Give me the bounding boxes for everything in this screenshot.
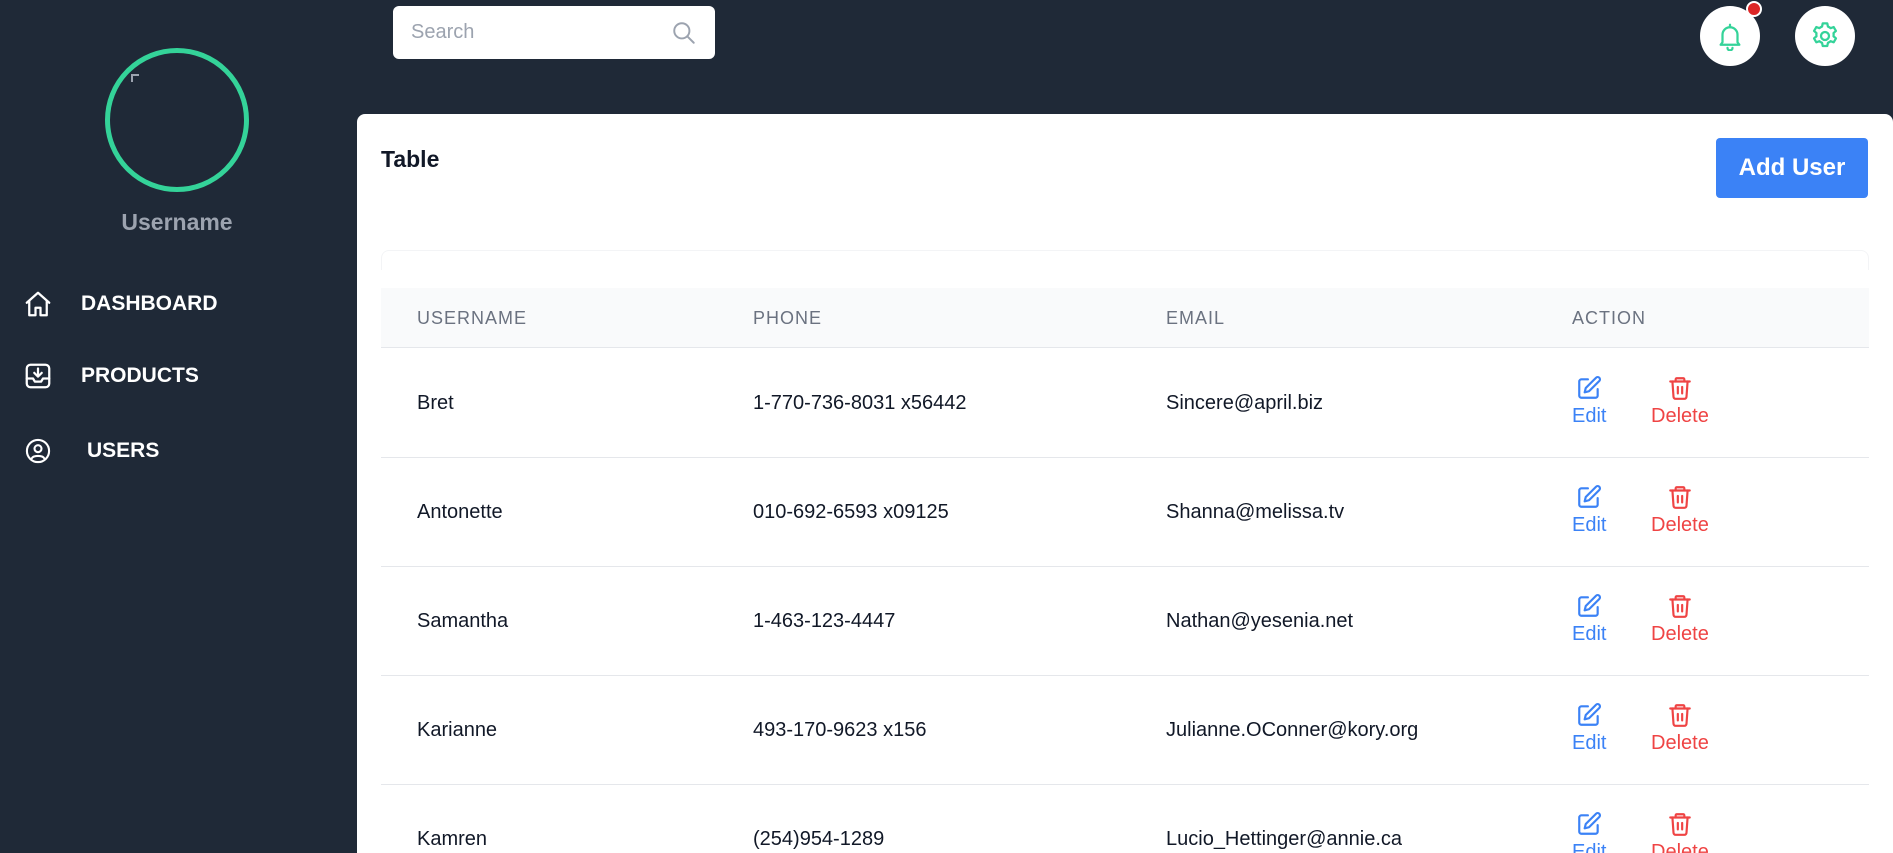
edit-label: Edit (1572, 514, 1607, 536)
column-header-email[interactable]: EMAIL (1166, 288, 1225, 348)
delete-button[interactable]: Delete (1651, 375, 1709, 428)
delete-button[interactable]: Delete (1651, 702, 1709, 755)
edit-icon (1578, 485, 1602, 508)
cell-email: Julianne.OConner@kory.org (1166, 719, 1419, 741)
edit-label: Edit (1572, 732, 1607, 754)
delete-button[interactable]: Delete (1651, 484, 1709, 537)
sidebar-item-users[interactable]: USERS (22, 435, 159, 467)
avatar[interactable] (105, 48, 249, 192)
cell-phone: 010-692-6593 x09125 (753, 501, 949, 523)
sidebar-item-dashboard[interactable]: DASHBOARD (22, 288, 218, 320)
edit-button[interactable]: Edit (1572, 375, 1606, 428)
cell-email: Shanna@melissa.tv (1166, 501, 1345, 523)
delete-label: Delete (1651, 732, 1709, 754)
cell-phone: 1-770-736-8031 x56442 (753, 392, 967, 414)
bell-icon (1719, 23, 1741, 51)
settings-button[interactable] (1795, 6, 1855, 66)
edit-button[interactable]: Edit (1572, 484, 1606, 537)
trash-icon (1669, 377, 1691, 400)
cell-username: Karianne (417, 719, 498, 741)
table-header: USERNAME PHONE EMAIL ACTION (381, 288, 1869, 348)
table-row: Antonette 010-692-6593 x09125 Shanna@mel… (381, 458, 1869, 567)
delete-label: Delete (1651, 405, 1709, 427)
column-header-username[interactable]: USERNAME (417, 288, 527, 348)
edit-button[interactable]: Edit (1572, 811, 1606, 853)
inbox-download-icon (22, 360, 54, 392)
table-row: Bret 1-770-736-8031 x56442 Sincere@april… (381, 349, 1869, 458)
cell-phone: 1-463-123-4447 (753, 610, 896, 632)
notification-badge (1746, 1, 1762, 17)
notifications-button[interactable] (1700, 1, 1762, 66)
edit-icon (1578, 376, 1602, 399)
table-container-top (381, 250, 1869, 270)
search-icon[interactable] (671, 20, 697, 51)
delete-label: Delete (1651, 841, 1709, 853)
main-panel: Table Add User USERNAME PHONE EMAIL ACTI… (357, 114, 1893, 853)
edit-icon (1578, 594, 1602, 617)
cell-username: Antonette (417, 501, 503, 523)
sidebar-item-label: USERS (87, 439, 160, 462)
edit-icon (1578, 703, 1602, 726)
sidebar-username: Username (121, 209, 233, 235)
delete-label: Delete (1651, 514, 1709, 536)
sidebar-item-products[interactable]: PRODUCTS (22, 360, 199, 392)
delete-label: Delete (1651, 623, 1709, 645)
table-row: Samantha 1-463-123-4447 Nathan@yesenia.n… (381, 567, 1869, 676)
cell-phone: (254)954-1289 (753, 828, 885, 850)
sidebar-item-label: DASHBOARD (81, 292, 218, 315)
edit-label: Edit (1572, 623, 1607, 645)
cell-phone: 493-170-9623 x156 (753, 719, 927, 741)
gear-icon (1812, 22, 1838, 48)
delete-button[interactable]: Delete (1651, 811, 1709, 853)
cell-username: Kamren (417, 828, 488, 850)
table-row: Kamren (254)954-1289 Lucio_Hettinger@ann… (381, 785, 1869, 853)
add-user-button[interactable]: Add User (1716, 138, 1868, 198)
home-icon (22, 288, 54, 320)
trash-icon (1669, 813, 1691, 836)
column-header-action: ACTION (1572, 307, 1647, 328)
edit-label: Edit (1572, 405, 1607, 427)
search-input[interactable] (411, 12, 661, 53)
edit-button[interactable]: Edit (1572, 593, 1606, 646)
column-header-phone[interactable]: PHONE (753, 288, 822, 348)
sidebar: Username DASHBOARD PRODUCTS USERS (0, 0, 357, 853)
user-circle-icon (22, 435, 54, 467)
edit-button[interactable]: Edit (1572, 702, 1606, 755)
delete-button[interactable]: Delete (1651, 593, 1709, 646)
cell-email: Sincere@april.biz (1166, 392, 1324, 414)
table-row: Karianne 493-170-9623 x156 Julianne.OCon… (381, 676, 1869, 785)
broken-image-icon (131, 74, 139, 82)
search-box (393, 6, 715, 59)
page-title: Table (381, 146, 440, 172)
sidebar-item-label: PRODUCTS (81, 364, 199, 387)
cell-username: Bret (417, 392, 454, 414)
trash-icon (1669, 486, 1691, 509)
edit-icon (1578, 812, 1602, 835)
trash-icon (1669, 595, 1691, 618)
edit-label: Edit (1572, 841, 1607, 853)
cell-email: Nathan@yesenia.net (1166, 610, 1354, 632)
cell-email: Lucio_Hettinger@annie.ca (1166, 828, 1403, 850)
trash-icon (1669, 704, 1691, 727)
cell-username: Samantha (417, 610, 509, 632)
